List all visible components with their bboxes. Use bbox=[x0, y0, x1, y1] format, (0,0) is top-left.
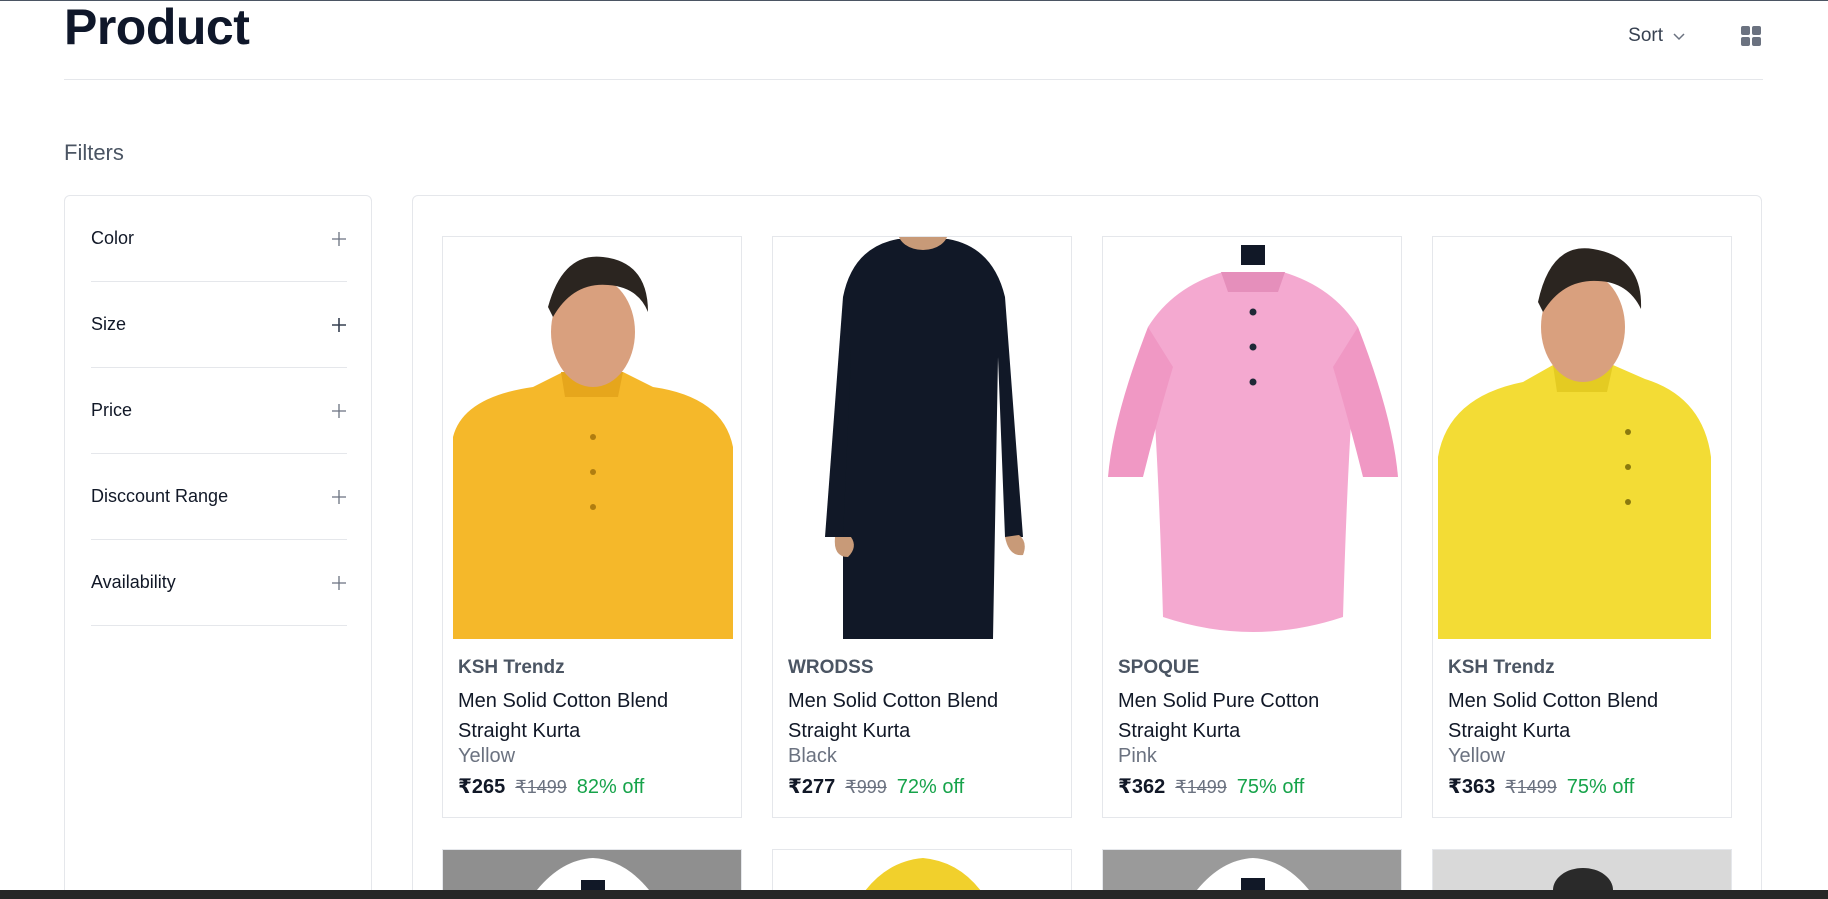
sort-button[interactable]: Sort bbox=[1628, 24, 1687, 48]
page-title: Product bbox=[64, 0, 250, 55]
page-header: Product Sort bbox=[64, 0, 1763, 80]
product-color: Yellow bbox=[458, 745, 516, 767]
current-price: ₹265 bbox=[458, 776, 506, 798]
product-card[interactable]: KSH Trendz Men Solid Cotton Blend Straig… bbox=[442, 236, 742, 818]
product-brand: KSH Trendz bbox=[458, 657, 565, 678]
filter-label: Size bbox=[91, 314, 127, 334]
filters-sidebar: Color Size Price Disccount Range Availab… bbox=[64, 195, 372, 899]
original-price: ₹1499 bbox=[1175, 777, 1227, 797]
product-name: Men Solid Cotton Blend Straight Kurta bbox=[788, 690, 999, 742]
plus-icon bbox=[332, 575, 346, 590]
current-price: ₹362 bbox=[1118, 776, 1166, 798]
filter-label: Price bbox=[91, 400, 133, 420]
product-name: Men Solid Cotton Blend Straight Kurta bbox=[458, 690, 669, 742]
product-card[interactable]: WRODSS Men Solid Cotton Blend Straight K… bbox=[772, 236, 1072, 818]
plus-icon bbox=[332, 489, 346, 504]
bottom-bar bbox=[0, 890, 1828, 899]
discount-label: 82% off bbox=[576, 776, 645, 798]
plus-icon bbox=[332, 403, 346, 418]
discount-label: 72% off bbox=[896, 776, 965, 798]
product-price-row: ₹363 ₹1499 75% off bbox=[1448, 774, 1634, 799]
discount-label: 75% off bbox=[1236, 776, 1305, 798]
filters-heading: Filters bbox=[64, 140, 124, 165]
original-price: ₹999 bbox=[845, 777, 887, 797]
product-brand: WRODSS bbox=[788, 657, 874, 678]
product-image bbox=[1103, 237, 1401, 639]
filter-color[interactable]: Color bbox=[91, 196, 347, 282]
chevron-down-icon bbox=[1673, 33, 1685, 41]
product-price-row: ₹265 ₹1499 82% off bbox=[458, 774, 644, 799]
product-price-row: ₹362 ₹1499 75% off bbox=[1118, 774, 1304, 799]
original-price: ₹1499 bbox=[1505, 777, 1557, 797]
filter-label: Disccount Range bbox=[91, 486, 229, 506]
product-name: Men Solid Cotton Blend Straight Kurta bbox=[1448, 690, 1659, 742]
discount-label: 75% off bbox=[1566, 776, 1635, 798]
product-color: Pink bbox=[1118, 745, 1157, 767]
current-price: ₹363 bbox=[1448, 776, 1496, 798]
current-price: ₹277 bbox=[788, 776, 836, 798]
plus-icon bbox=[332, 231, 346, 246]
plus-icon bbox=[332, 317, 346, 332]
product-image bbox=[773, 237, 1071, 639]
grid-view-icon[interactable] bbox=[1739, 24, 1763, 48]
product-image bbox=[1433, 237, 1731, 639]
filter-availability[interactable]: Availability bbox=[91, 540, 347, 626]
product-brand: KSH Trendz bbox=[1448, 657, 1555, 678]
product-brand: SPOQUE bbox=[1118, 657, 1200, 678]
product-grid: KSH Trendz Men Solid Cotton Blend Straig… bbox=[412, 195, 1762, 899]
original-price: ₹1499 bbox=[515, 777, 567, 797]
product-card[interactable]: KSH Trendz Men Solid Cotton Blend Straig… bbox=[1432, 236, 1732, 818]
product-price-row: ₹277 ₹999 72% off bbox=[788, 774, 964, 799]
filter-label: Color bbox=[91, 228, 135, 248]
filter-discount-range[interactable]: Disccount Range bbox=[91, 454, 347, 540]
filter-label: Availability bbox=[91, 572, 176, 592]
product-image bbox=[443, 237, 741, 639]
product-color: Black bbox=[788, 745, 837, 767]
product-card[interactable]: SPOQUE Men Solid Pure Cotton Straight Ku… bbox=[1102, 236, 1402, 818]
product-name: Men Solid Pure Cotton Straight Kurta bbox=[1118, 690, 1320, 742]
filter-size[interactable]: Size bbox=[91, 282, 347, 368]
product-color: Yellow bbox=[1448, 745, 1506, 767]
filter-price[interactable]: Price bbox=[91, 368, 347, 454]
sort-label: Sort bbox=[1628, 25, 1663, 46]
